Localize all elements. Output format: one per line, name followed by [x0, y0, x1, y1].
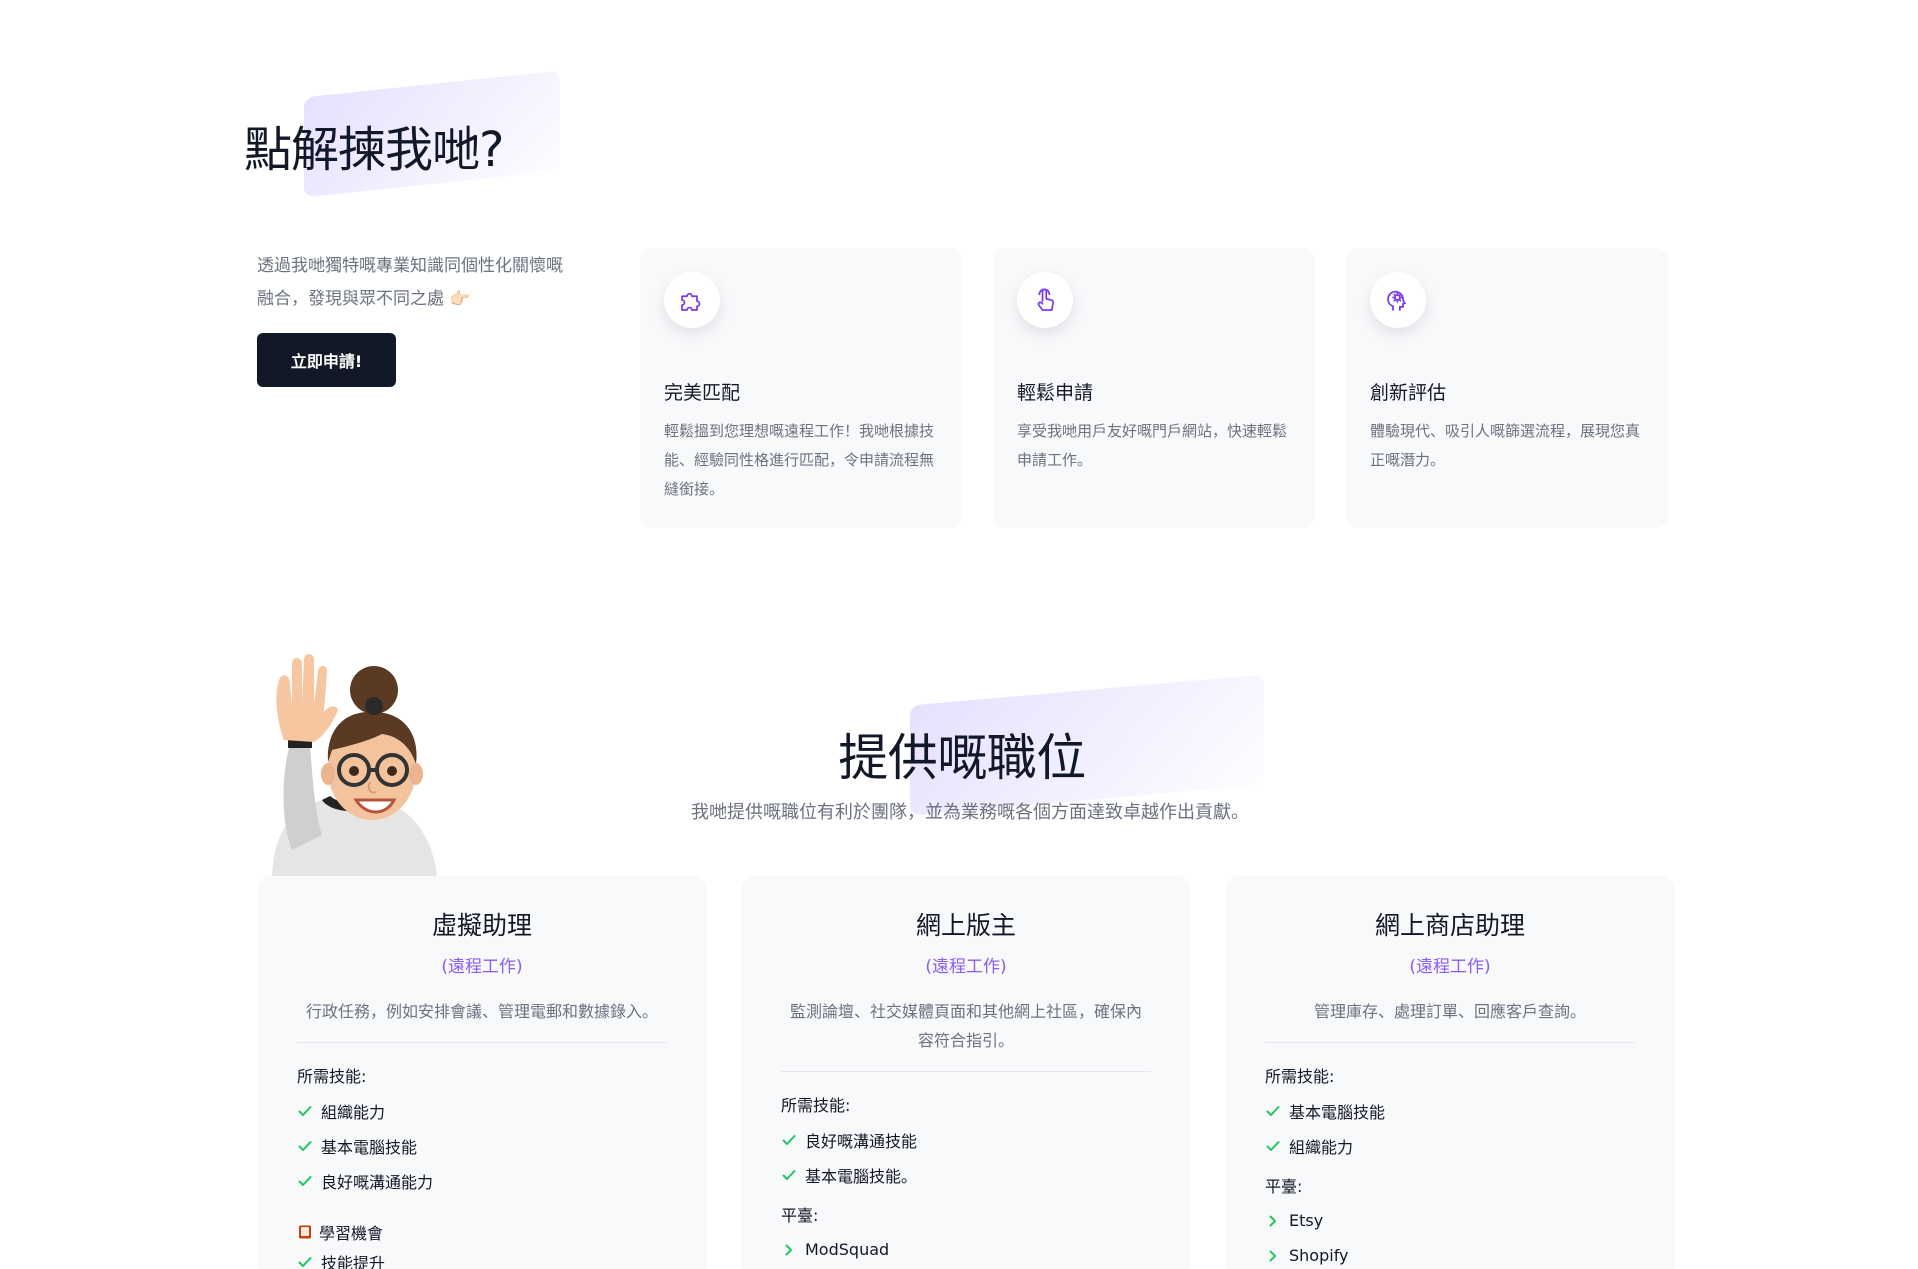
skill-item: 基本電腦技能 [297, 1128, 667, 1163]
platform-name: Etsy [1289, 1211, 1324, 1230]
skill-label: 良好嘅溝通技能 [805, 1131, 918, 1151]
job-type: (遠程工作) [1409, 957, 1491, 977]
feature-text: 輕鬆搵到您理想嘅遠程工作！我哋根據技能、經驗同性格進行匹配，令申請流程無縫銜接。 [664, 422, 935, 498]
job-type: (遠程工作) [441, 957, 523, 977]
job-title: 網上商店助理 [1374, 911, 1525, 940]
learning-item-label: 技能提升 [321, 1253, 386, 1269]
feature-card-innovative-assessment: 創新評估 體驗現代、吸引人嘅篩選流程，展現您真正嘅潛力。 [1346, 248, 1668, 528]
skills-label: 所需技能: [297, 1067, 367, 1086]
skill-label: 基本電腦技能。 [805, 1166, 918, 1186]
job-description: 監測論壇、社交媒體頁面和其他網上社區，確保內容符合指引。 [789, 1002, 1142, 1050]
check-icon [298, 1105, 312, 1116]
job-title: 網上版主 [915, 911, 1016, 940]
check-icon [298, 1256, 312, 1267]
feature-title: 完美匹配 [664, 382, 741, 404]
chevron-right-icon [1269, 1250, 1276, 1261]
brain-gear-icon [1370, 272, 1426, 328]
feature-card-perfect-match: 完美匹配 輕鬆搵到您理想嘅遠程工作！我哋根據技能、經驗同性格進行匹配，令申請流程… [640, 248, 962, 528]
feature-card-easy-apply: 輕鬆申請 享受我哋用戶友好嘅門戶網站，快速輕鬆申請工作。 [993, 248, 1315, 528]
why-description: 透過我哋獨特嘅專業知識同個性化關懷嘅融合，發現與眾不同之處 👉🏻 [257, 256, 563, 309]
feature-title: 創新評估 [1370, 382, 1447, 404]
skills-label: 所需技能: [781, 1096, 851, 1115]
platform-item: Etsy [1265, 1203, 1635, 1238]
skill-item: 良好嘅溝通能力 [297, 1163, 667, 1198]
divider [1265, 1042, 1635, 1043]
job-title: 虛擬助理 [431, 911, 532, 940]
platform-item: ModSquad [781, 1232, 1151, 1267]
check-icon [1266, 1140, 1280, 1151]
skill-label: 良好嘅溝通能力 [321, 1172, 434, 1192]
learning-heading: 學習機會 [297, 1220, 667, 1244]
book-icon [299, 1225, 311, 1239]
platform-item: Shopify [1265, 1238, 1635, 1269]
check-icon [782, 1169, 796, 1180]
check-icon [1266, 1105, 1280, 1116]
skill-label: 基本電腦技能 [321, 1137, 418, 1157]
learning-item: 技能提升 [297, 1244, 667, 1269]
skill-item: 組織能力 [297, 1093, 667, 1128]
job-card-online-store-assistant: 網上商店助理 (遠程工作) 管理庫存、處理訂單、回應客戶查詢。 所需技能: 基本… [1225, 876, 1675, 1269]
touch-icon [1017, 272, 1073, 328]
skill-item: 基本電腦技能。 [781, 1157, 1151, 1192]
divider [781, 1071, 1151, 1072]
skill-item: 良好嘅溝通技能 [781, 1122, 1151, 1157]
feature-title: 輕鬆申請 [1017, 382, 1094, 404]
skill-label: 基本電腦技能 [1289, 1102, 1386, 1122]
job-description: 管理庫存、處理訂單、回應客戶查詢。 [1313, 1002, 1586, 1021]
apply-now-button[interactable]: 立即申請! [257, 333, 396, 387]
divider [297, 1042, 667, 1043]
learning-label: 學習機會 [319, 1224, 384, 1243]
chevron-right-icon [1269, 1215, 1276, 1226]
chevron-right-icon [785, 1244, 792, 1255]
check-icon [782, 1134, 796, 1145]
check-icon [298, 1140, 312, 1151]
platform-label: 平臺: [1265, 1177, 1303, 1196]
skill-item: 組織能力 [1265, 1128, 1635, 1163]
why-title: 點解揀我哋? [244, 122, 504, 178]
jobs-subtitle: 我哋提供嘅職位有利於團隊，並為業務嘅各個方面達致卓越作出貢獻。 [691, 802, 1249, 823]
job-card-virtual-assistant: 虛擬助理 (遠程工作) 行政任務，例如安排會議、管理電郵和數據錄入。 所需技能:… [257, 876, 707, 1269]
puzzle-icon [664, 272, 720, 328]
job-card-online-moderator: 網上版主 (遠程工作) 監測論壇、社交媒體頁面和其他網上社區，確保內容符合指引。… [741, 876, 1191, 1269]
why-title-wrap: 點解揀我哋? [244, 70, 564, 198]
platform-label: 平臺: [781, 1206, 819, 1225]
skill-label: 組織能力 [321, 1102, 386, 1122]
skills-label: 所需技能: [1265, 1067, 1335, 1086]
feature-text: 體驗現代、吸引人嘅篩選流程，展現您真正嘅潛力。 [1370, 422, 1641, 469]
platform-name: Shopify [1289, 1246, 1349, 1265]
check-icon [298, 1175, 312, 1186]
skill-label: 組織能力 [1289, 1137, 1354, 1157]
job-description: 行政任務，例如安排會議、管理電郵和數據錄入。 [305, 1002, 658, 1021]
platform-name: ModSquad [805, 1240, 890, 1259]
feature-text: 享受我哋用戶友好嘅門戶網站，快速輕鬆申請工作。 [1017, 422, 1288, 469]
job-type: (遠程工作) [925, 957, 1007, 977]
jobs-title: 提供嘅職位 [838, 729, 1086, 787]
skill-item: 基本電腦技能 [1265, 1093, 1635, 1128]
